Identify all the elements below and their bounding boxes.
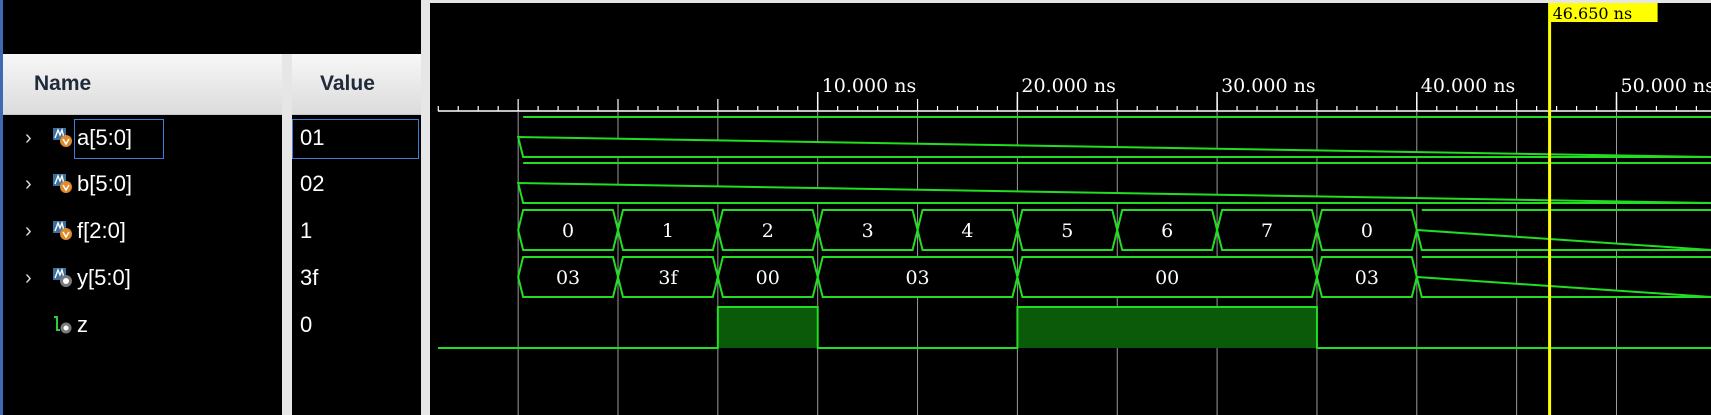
- timeline-tick-label: 50.000 ns: [1621, 75, 1711, 97]
- signal-row-a[interactable]: › a[5:0]: [3, 115, 282, 161]
- bus-value-label: 03: [1355, 267, 1379, 289]
- name-column-label: Name: [34, 72, 92, 95]
- signal-row-z[interactable]: z: [3, 302, 282, 348]
- bus-value-label: 00: [1155, 267, 1179, 289]
- value-column-header[interactable]: Value: [292, 54, 421, 115]
- bus-value-label: 2: [762, 220, 774, 242]
- bus-value-label: 03: [556, 267, 580, 289]
- timeline-tick-label: 30.000 ns: [1221, 75, 1316, 97]
- signal-name: y[5:0]: [77, 265, 131, 290]
- bus-value-label: 0: [1361, 220, 1373, 242]
- bus-value-label: 3f: [658, 267, 679, 289]
- bus-value-label: 3: [862, 220, 874, 242]
- bus-segment-y: [1415, 256, 1711, 298]
- chevron-right-icon[interactable]: ›: [25, 208, 32, 254]
- value-column-label: Value: [320, 72, 375, 95]
- bus-segment-b: [516, 162, 1711, 204]
- selection-outline: [74, 119, 164, 159]
- bus-value-label: 6: [1161, 220, 1173, 242]
- signal-name: z: [77, 312, 88, 337]
- panel-splitter[interactable]: [421, 0, 430, 415]
- z-high-fill: [717, 307, 818, 348]
- toolbar-area: [3, 0, 423, 54]
- signal-value-f: 1: [300, 218, 313, 243]
- z-high-fill: [1017, 307, 1317, 348]
- timeline-tick-label: 10.000 ns: [822, 75, 917, 97]
- bus-segment-f: [1415, 209, 1711, 251]
- bus-vector-icon: [53, 127, 72, 147]
- signal-row-y[interactable]: › y[5:0]: [3, 255, 282, 301]
- bus-output-icon: [53, 267, 72, 287]
- cursor-time-label: 46.650 ns: [1553, 4, 1633, 23]
- bus-value-label: 7: [1261, 220, 1273, 242]
- waveform-canvas[interactable]: 10.000 ns 20.000 ns 30.000 ns 40.000 ns 50.0…: [430, 0, 1711, 415]
- bus-vector-icon: [53, 173, 72, 193]
- signal-name: b[5:0]: [77, 171, 133, 196]
- signal-row-b[interactable]: › b[5:0]: [3, 161, 282, 207]
- signal-row-f[interactable]: › f[2:0]: [3, 208, 282, 254]
- chevron-right-icon[interactable]: ›: [25, 255, 32, 301]
- name-column-header[interactable]: Name: [3, 54, 282, 115]
- timeline-tick-label: 40.000 ns: [1421, 75, 1516, 97]
- bus-value-label: 03: [905, 267, 929, 289]
- bit-signal-icon: [54, 316, 72, 334]
- bus-value-label: 4: [961, 220, 973, 242]
- bus-vector-icon: [53, 220, 72, 240]
- chevron-right-icon[interactable]: ›: [25, 161, 32, 207]
- bus-value-label: 0: [562, 220, 574, 242]
- column-splitter[interactable]: [282, 54, 292, 415]
- timeline-tick-label: 20.000 ns: [1021, 75, 1116, 97]
- signal-value-b: 02: [300, 171, 325, 196]
- value-selection-outline: [292, 119, 419, 159]
- bus-value-label: 00: [756, 267, 780, 289]
- chevron-right-icon[interactable]: ›: [25, 115, 32, 161]
- bus-value-label: 5: [1061, 220, 1073, 242]
- signal-value-y: 3f: [300, 265, 319, 290]
- signal-name: f[2:0]: [77, 218, 126, 243]
- bus-value-label: 1: [662, 220, 674, 242]
- signal-value-z: 0: [300, 312, 313, 337]
- bus-segment-a: [516, 116, 1711, 158]
